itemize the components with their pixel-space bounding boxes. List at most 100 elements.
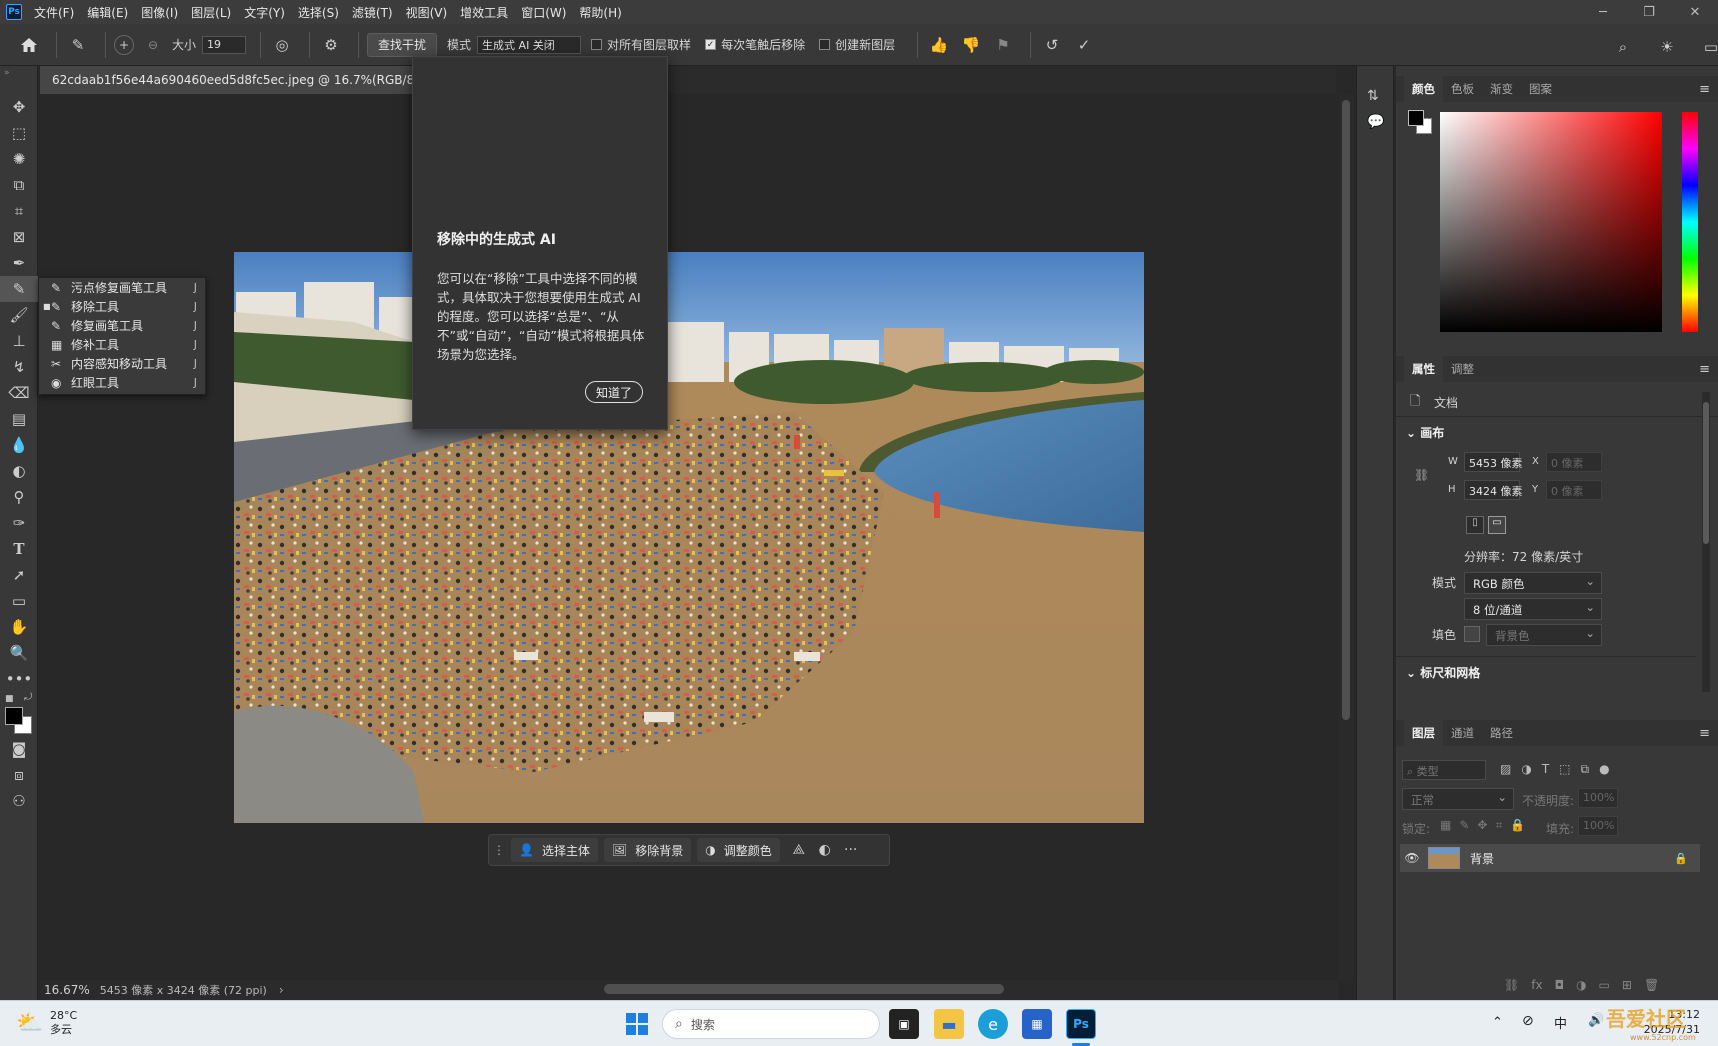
menu-image[interactable]: 图像(I) <box>141 4 178 21</box>
blur-tool-icon[interactable]: 💧 <box>0 432 38 458</box>
tab-paths[interactable]: 路径 <box>1482 720 1521 746</box>
photoshop-taskbar-icon[interactable]: Ps <box>1066 1009 1096 1039</box>
search-icon[interactable]: ⌕ <box>1610 34 1636 60</box>
eye-visibility-icon[interactable]: 👁 <box>1400 851 1424 865</box>
settings-gear-icon[interactable]: ⚙ <box>318 32 344 58</box>
filter-toggle-icon[interactable]: ● <box>1599 762 1609 777</box>
pen-tool-icon[interactable]: ✑ <box>0 510 38 536</box>
microsoft-store-icon[interactable]: ▦ <box>1022 1009 1052 1039</box>
delete-layer-icon[interactable]: 🗑 <box>1644 978 1659 992</box>
hand-tool-icon[interactable]: ✋ <box>0 614 38 640</box>
opacity-field[interactable]: 100% <box>1578 788 1618 808</box>
screen-mode-icon[interactable]: ⧈ <box>0 762 38 788</box>
hue-slider[interactable] <box>1682 112 1698 332</box>
quick-mask-icon[interactable]: ◙ <box>0 736 38 762</box>
speaker-icon[interactable]: 🔊 <box>1588 1013 1604 1028</box>
foreground-color-chip[interactable] <box>1408 110 1424 126</box>
thumbs-up-icon[interactable]: 👍 <box>926 32 952 58</box>
properties-scroll-thumb[interactable] <box>1703 402 1709 544</box>
fx-icon[interactable]: fx <box>1531 978 1542 992</box>
rulers-grids-section-header[interactable]: ⌄ 标尺和网格 <box>1406 664 1480 681</box>
drag-handle-icon[interactable]: ⋮ <box>493 843 505 857</box>
filter-smart-object-icon[interactable]: ⧉ <box>1581 762 1590 777</box>
y-field[interactable]: 0 像素 <box>1546 480 1602 500</box>
more-options-icon[interactable]: ··· <box>838 842 864 858</box>
undo-icon[interactable]: ↺ <box>1039 32 1065 58</box>
tab-color[interactable]: 颜色 <box>1404 76 1443 102</box>
new-layer-icon[interactable]: ⊞ <box>1622 978 1632 992</box>
add-mask-icon[interactable]: ◘ <box>1555 978 1565 992</box>
link-dimensions-icon[interactable]: ⛓ <box>1414 468 1429 482</box>
foreground-color-swatch[interactable] <box>5 707 23 725</box>
layer-row[interactable]: 👁 背景 🔒 <box>1400 844 1700 872</box>
network-icon[interactable]: ⊘ <box>1522 1013 1534 1029</box>
flag-icon[interactable]: ⚑ <box>990 32 1016 58</box>
marquee-tool-icon[interactable]: ⬚ <box>0 120 38 146</box>
zoom-tool-icon[interactable]: 🔍 <box>0 640 38 666</box>
quick-select-tool-icon[interactable]: ✺ <box>0 146 38 172</box>
tab-layers[interactable]: 图层 <box>1404 720 1443 746</box>
crop-tool-icon[interactable]: ⌗ <box>0 198 38 224</box>
fill-color-chip[interactable] <box>1464 626 1480 642</box>
menu-edit[interactable]: 编辑(E) <box>87 4 128 21</box>
type-tool-icon[interactable]: T <box>0 536 38 562</box>
ime-indicator[interactable]: 中 <box>1554 1013 1567 1032</box>
start-windows-icon[interactable] <box>622 1009 652 1039</box>
filter-pixel-icon[interactable]: ▨ <box>1500 762 1511 777</box>
remove-tool-icon[interactable]: ✎ <box>0 276 38 302</box>
menu-plugins[interactable]: 增效工具 <box>460 4 508 21</box>
menu-filter[interactable]: 滤镜(T) <box>352 4 393 21</box>
menu-file[interactable]: 文件(F) <box>34 4 74 21</box>
dodge-tool-icon[interactable]: ◐ <box>0 458 38 484</box>
rectangle-tool-icon[interactable]: ▭ <box>0 588 38 614</box>
menu-type[interactable]: 文字(Y) <box>244 4 285 21</box>
sponge-tool-icon[interactable]: ⚲ <box>0 484 38 510</box>
weather-widget[interactable]: 28°C 多云 <box>50 1009 77 1037</box>
new-group-icon[interactable]: ▭ <box>1599 978 1610 992</box>
size-input[interactable]: 19 <box>202 35 247 54</box>
stamp-tool-icon[interactable]: ⊥ <box>0 328 38 354</box>
filter-adjustment-icon[interactable]: ◑ <box>1521 762 1531 777</box>
lock-all-icon[interactable]: 🔒 <box>1510 818 1525 833</box>
weather-cloud-icon[interactable]: ⛅ <box>16 1011 43 1036</box>
menu-layer[interactable]: 图层(L) <box>191 4 231 21</box>
beach-photo-image[interactable] <box>234 252 1144 823</box>
tab-swatches[interactable]: 色板 <box>1443 76 1482 102</box>
color-picker-field[interactable] <box>1440 112 1662 332</box>
flyout-item-remove-tool[interactable]: ■ ✎ 移除工具 J <box>39 297 205 316</box>
move-tool-icon[interactable]: ✥ <box>0 94 38 120</box>
frame-tool-icon[interactable]: ⊠ <box>0 224 38 250</box>
link-layers-icon[interactable]: ⛓ <box>1504 978 1519 992</box>
canvas-section-header[interactable]: ⌄ 画布 <box>1406 424 1444 441</box>
menu-view[interactable]: 视图(V) <box>406 4 448 21</box>
bit-depth-select[interactable]: 8 位/通道 <box>1464 598 1602 620</box>
default-colors-icon[interactable]: ■ <box>5 694 14 704</box>
comments-icon[interactable]: 💬 <box>1367 114 1393 130</box>
filter-type-icon[interactable]: T <box>1542 762 1549 777</box>
status-arrow-icon[interactable]: › <box>279 983 284 997</box>
panel-menu-icon[interactable]: ≡ <box>1699 82 1710 97</box>
flyout-item-spot-healing[interactable]: ✎ 污点修复画笔工具 J <box>39 278 205 297</box>
home-icon[interactable] <box>16 32 42 58</box>
landscape-orientation-icon[interactable]: ▭ <box>1488 516 1506 534</box>
show-hidden-icons-icon[interactable]: ⌃ <box>1492 1015 1503 1030</box>
fill-opacity-field[interactable]: 100% <box>1578 816 1618 836</box>
menu-select[interactable]: 选择(S) <box>298 4 339 21</box>
adjust-color-button[interactable]: ◑ 调整颜色 <box>697 838 780 862</box>
swap-colors-icon[interactable]: ⤾ <box>24 692 32 703</box>
task-view-icon[interactable]: ▣ <box>889 1009 919 1039</box>
share-icon[interactable]: ⚇ <box>0 788 38 814</box>
workspace-icon[interactable]: ▭ <box>1698 34 1718 60</box>
menu-window[interactable]: 窗口(W) <box>521 4 566 21</box>
fill-select[interactable]: 背景色 <box>1486 624 1602 646</box>
blend-mode-select[interactable]: 正常 <box>1402 788 1514 810</box>
pressure-size-icon[interactable]: ◎ <box>269 32 295 58</box>
edge-browser-icon[interactable]: e <box>978 1009 1008 1039</box>
portrait-orientation-icon[interactable]: ▯ <box>1466 516 1484 534</box>
x-field[interactable]: 0 像素 <box>1546 452 1602 472</box>
mask-icon[interactable]: ◐ <box>812 842 838 858</box>
lock-image-icon[interactable]: ✎ <box>1459 818 1469 833</box>
flyout-item-patch[interactable]: ▦ 修补工具 J <box>39 335 205 354</box>
restore-icon[interactable]: ❐ <box>1626 0 1672 24</box>
create-new-layer-checkbox[interactable]: 创建新图层 <box>819 36 895 53</box>
